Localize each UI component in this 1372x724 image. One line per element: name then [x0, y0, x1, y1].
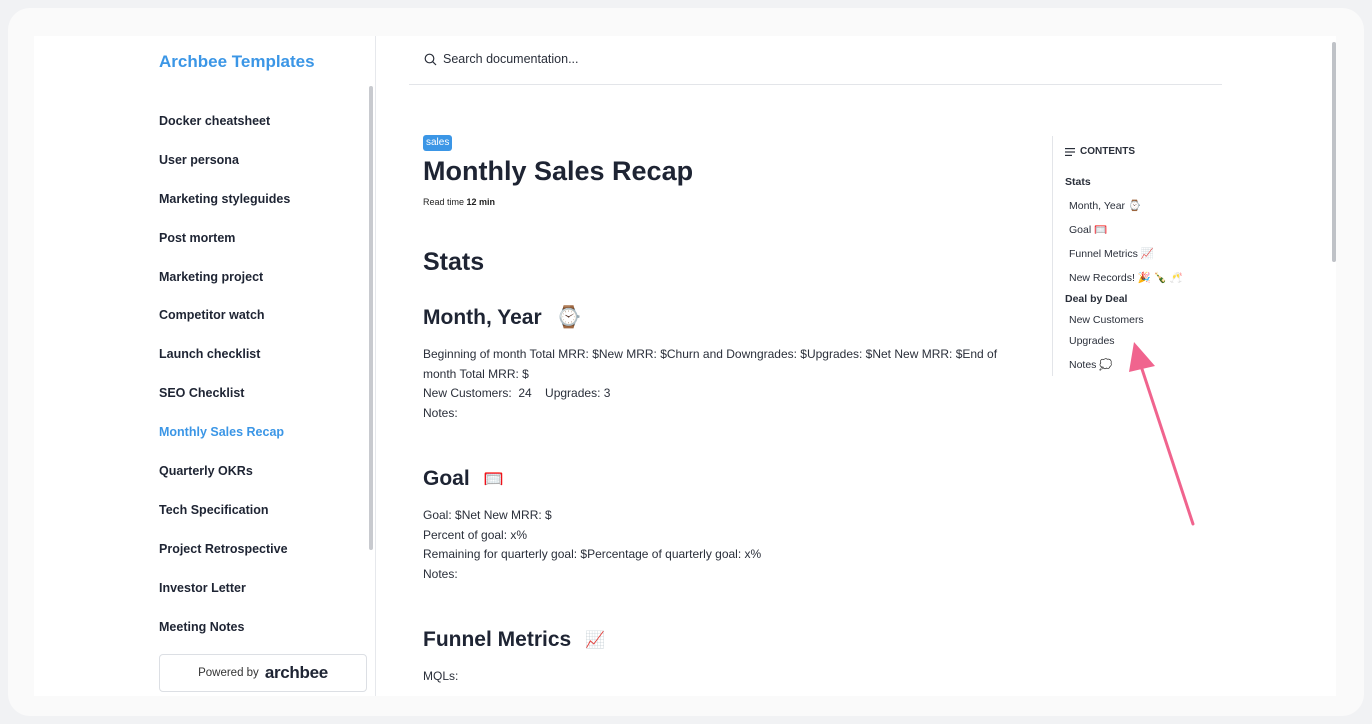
arrow-head — [1129, 342, 1155, 372]
arrow-shaft — [1139, 364, 1195, 526]
annotation-arrow — [1129, 342, 1195, 526]
app-window: Archbee Templates Docker cheatsheet User… — [34, 36, 1336, 696]
